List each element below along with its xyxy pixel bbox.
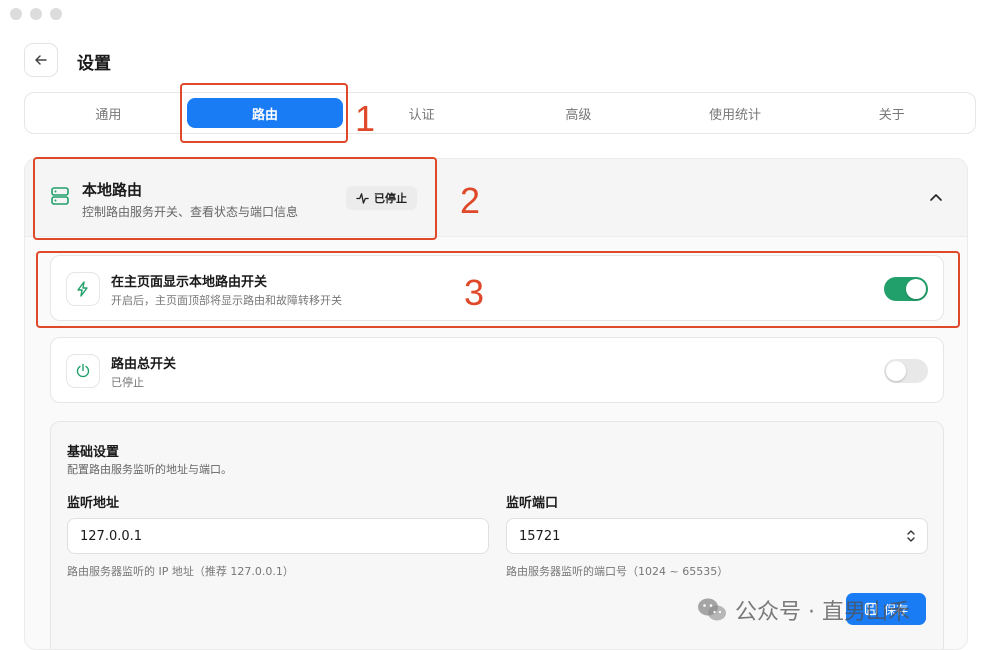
annotation-number-2: 2 bbox=[460, 180, 481, 221]
minimize-window-button[interactable] bbox=[30, 8, 42, 20]
row-icon-box bbox=[66, 354, 100, 388]
tab-usage-stats[interactable]: 使用统计 bbox=[657, 98, 814, 128]
page-title: 设置 bbox=[77, 54, 111, 74]
settings-tabs: 通用 路由 认证 高级 使用统计 关于 bbox=[24, 92, 976, 134]
watermark: 公众号 · 直男山禾 bbox=[697, 594, 910, 626]
address-label: 监听地址 bbox=[67, 496, 120, 511]
chevron-up-icon[interactable] bbox=[929, 192, 943, 204]
port-hint: 路由服务器监听的端口号（1024 ~ 65535） bbox=[506, 565, 729, 578]
back-button[interactable] bbox=[24, 43, 58, 77]
annotation-number-3: 3 bbox=[464, 272, 485, 313]
wechat-icon bbox=[698, 598, 726, 621]
tab-general[interactable]: 通用 bbox=[30, 98, 187, 128]
power-icon bbox=[76, 363, 90, 378]
zoom-window-button[interactable] bbox=[50, 8, 62, 20]
address-value: 127.0.0.1 bbox=[80, 528, 143, 544]
close-window-button[interactable] bbox=[10, 8, 22, 20]
route-master-toggle[interactable] bbox=[884, 359, 928, 383]
annotation-box-3 bbox=[36, 251, 960, 328]
stepper-icon[interactable] bbox=[905, 528, 917, 544]
port-label: 监听端口 bbox=[506, 496, 559, 511]
basic-settings-title: 基础设置 bbox=[67, 445, 120, 460]
annotation-box-1 bbox=[180, 83, 348, 143]
annotation-box-2 bbox=[33, 157, 437, 240]
tab-about[interactable]: 关于 bbox=[813, 98, 970, 128]
address-input[interactable]: 127.0.0.1 bbox=[67, 518, 489, 554]
row-subtitle: 已停止 bbox=[111, 376, 144, 389]
route-master-switch-row: 路由总开关 已停止 bbox=[50, 337, 944, 403]
address-hint: 路由服务器监听的 IP 地址（推荐 127.0.0.1） bbox=[67, 565, 294, 578]
port-value: 15721 bbox=[519, 528, 561, 544]
window-controls bbox=[10, 8, 62, 20]
port-input[interactable]: 15721 bbox=[506, 518, 928, 554]
annotation-number-1: 1 bbox=[355, 98, 376, 139]
basic-settings-subtitle: 配置路由服务监听的地址与端口。 bbox=[67, 463, 232, 476]
arrow-left-icon bbox=[35, 55, 47, 65]
watermark-text: 公众号 · 直男山禾 bbox=[735, 600, 910, 625]
tab-advanced[interactable]: 高级 bbox=[500, 98, 657, 128]
row-title: 路由总开关 bbox=[111, 357, 177, 372]
